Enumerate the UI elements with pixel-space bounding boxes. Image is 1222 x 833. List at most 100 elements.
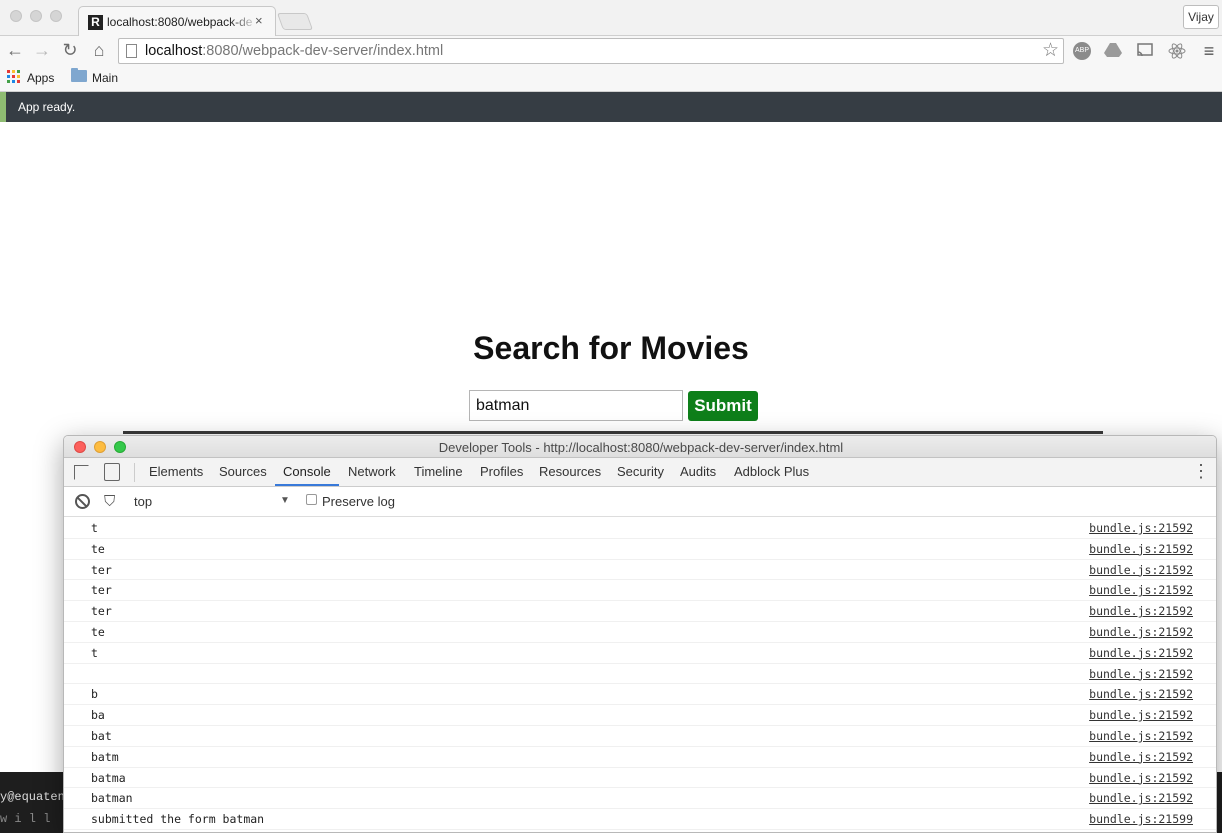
react-devtools-icon[interactable]	[1168, 42, 1186, 60]
console-message-text: ba	[91, 708, 105, 723]
console-message-text: ter	[91, 604, 112, 619]
console-message-text: b	[91, 687, 98, 702]
dropdown-arrow-icon[interactable]: ▼	[280, 495, 290, 506]
console-source-link[interactable]: bundle.js:21592	[1089, 604, 1193, 618]
url-host: localhost:8080/webpack-dev-server/index.…	[145, 43, 443, 59]
console-message-row: ter bundle.js:21592	[64, 560, 1216, 581]
profile-button[interactable]: Vijay	[1183, 5, 1219, 29]
console-source-link[interactable]: bundle.js:21592	[1089, 542, 1193, 556]
inspect-element-icon[interactable]	[74, 465, 89, 480]
divider	[134, 463, 135, 482]
clear-console-icon[interactable]	[75, 494, 90, 509]
tab-audits[interactable]: Audits	[680, 464, 716, 479]
home-icon[interactable]: ⌂	[89, 40, 109, 60]
console-source-link[interactable]: bundle.js:21592	[1089, 771, 1193, 785]
tab-elements[interactable]: Elements	[149, 464, 203, 479]
back-icon[interactable]: ←	[5, 40, 25, 60]
console-source-link[interactable]: bundle.js:21592	[1089, 583, 1193, 597]
console-message-text: ter	[91, 583, 112, 598]
bookmark-apps[interactable]: Apps	[27, 71, 54, 85]
console-source-link[interactable]: bundle.js:21592	[1089, 563, 1193, 577]
search-input[interactable]	[469, 390, 683, 421]
window-close-dot[interactable]	[10, 10, 22, 22]
terminal-line: w i l l	[0, 812, 51, 826]
tab-resources[interactable]: Resources	[539, 464, 601, 479]
address-bar[interactable]: localhost:8080/webpack-dev-server/index.…	[118, 38, 1064, 64]
tab-console[interactable]: Console	[283, 464, 331, 479]
active-tab-indicator	[275, 484, 339, 486]
page-divider	[123, 431, 1103, 434]
new-tab-button[interactable]	[276, 13, 314, 30]
bookmark-folder-main[interactable]: Main	[92, 71, 118, 85]
menu-icon[interactable]: ≡	[1200, 42, 1218, 60]
status-message: App ready.	[18, 100, 76, 114]
bookmarks-bar: Apps Main	[0, 66, 1222, 92]
console-message-text: batman	[91, 791, 133, 806]
console-source-link[interactable]: bundle.js:21592	[1089, 750, 1193, 764]
console-message-row: bat bundle.js:21592	[64, 726, 1216, 747]
submit-button[interactable]: Submit	[688, 391, 758, 421]
context-select[interactable]: top	[134, 494, 292, 509]
console-message-row: ter bundle.js:21592	[64, 601, 1216, 622]
console-message-text: te	[91, 624, 105, 639]
console-message-text: t	[91, 645, 98, 660]
apps-grid-icon[interactable]	[7, 70, 21, 84]
tab-sources[interactable]: Sources	[219, 464, 267, 479]
bookmark-star-icon[interactable]: ☆	[1042, 39, 1059, 62]
console-source-link[interactable]: bundle.js:21592	[1089, 687, 1193, 701]
cast-icon[interactable]	[1136, 42, 1154, 60]
preserve-log-label[interactable]: Preserve log	[322, 494, 395, 509]
devtools-tabbar: Elements Sources Console Network Timelin…	[64, 458, 1216, 487]
tab-adblock-plus[interactable]: Adblock Plus	[734, 464, 809, 479]
console-source-link[interactable]: bundle.js:21599	[1089, 812, 1193, 826]
preserve-log-checkbox[interactable]	[306, 494, 317, 505]
tab-close-icon[interactable]: ×	[255, 13, 263, 28]
tab-security[interactable]: Security	[617, 464, 664, 479]
status-bar: App ready.	[0, 92, 1222, 122]
console-source-link[interactable]: bundle.js:21592	[1089, 729, 1193, 743]
more-options-icon[interactable]: ⋮	[1192, 461, 1210, 482]
devtools-title: Developer Tools - http://localhost:8080/…	[438, 440, 844, 455]
console-message-row: bundle.js:21592	[64, 664, 1216, 685]
console-source-link[interactable]: bundle.js:21592	[1089, 625, 1193, 639]
console-source-link[interactable]: bundle.js:21592	[1089, 667, 1193, 681]
console-message-text: t	[91, 521, 98, 535]
console-message-text: batma	[91, 770, 126, 785]
tab-timeline[interactable]: Timeline	[414, 464, 463, 479]
terminal-prompt: y@equaten	[0, 790, 65, 804]
tab-profiles[interactable]: Profiles	[480, 464, 523, 479]
console-message-row: b bundle.js:21592	[64, 684, 1216, 706]
url-path: :8080/webpack-dev-server/index.html	[202, 43, 444, 59]
tab-strip: R localhost:8080/webpack-dev-server/inde…	[0, 0, 1222, 37]
console-message-row: ter bundle.js:21592	[64, 580, 1216, 602]
console-message-text: te	[91, 541, 105, 556]
console-source-link[interactable]: bundle.js:21592	[1089, 791, 1193, 805]
console-message-row: batm bundle.js:21592	[64, 747, 1216, 768]
console-message-text: batm	[91, 749, 119, 764]
console-filter-bar: ⛉ top ▼ Preserve log	[64, 487, 1216, 517]
tab-network[interactable]: Network	[348, 464, 396, 479]
browser-tab[interactable]: R localhost:8080/webpack-dev-server/inde…	[78, 6, 276, 37]
browser-toolbar: ← → ↻ ⌂ localhost:8080/webpack-dev-serve…	[0, 36, 1222, 66]
console-message-row: ba bundle.js:21592	[64, 705, 1216, 726]
console-message-text: bat	[91, 728, 112, 743]
drive-icon[interactable]	[1104, 42, 1122, 60]
window-zoom-dot[interactable]	[50, 10, 62, 22]
window-minimize-dot[interactable]	[30, 10, 42, 22]
forward-icon[interactable]: →	[32, 40, 52, 60]
console-source-link[interactable]: bundle.js:21592	[1089, 521, 1193, 535]
reload-icon[interactable]: ↻	[60, 40, 80, 60]
console-message-row: submitted the form batman bundle.js:21599	[64, 809, 1216, 830]
url-host-text: localhost	[145, 43, 203, 59]
console-source-link[interactable]: bundle.js:21592	[1089, 708, 1193, 722]
console-message-row: te bundle.js:21592	[64, 539, 1216, 560]
console-log: t bundle.js:21592 te bundle.js:21592 ter bund…	[64, 518, 1216, 830]
console-message-text: submitted the form batman	[91, 812, 265, 827]
device-mode-icon[interactable]	[104, 463, 120, 481]
console-source-link[interactable]: bundle.js:21592	[1089, 646, 1193, 660]
console-message-text: ter	[91, 562, 112, 577]
console-message-row: batman bundle.js:21592	[64, 788, 1216, 810]
adblock-plus-icon[interactable]: ABP	[1073, 42, 1091, 60]
filter-icon[interactable]: ⛉	[104, 493, 115, 510]
console-message-row: te bundle.js:21592	[64, 622, 1216, 643]
